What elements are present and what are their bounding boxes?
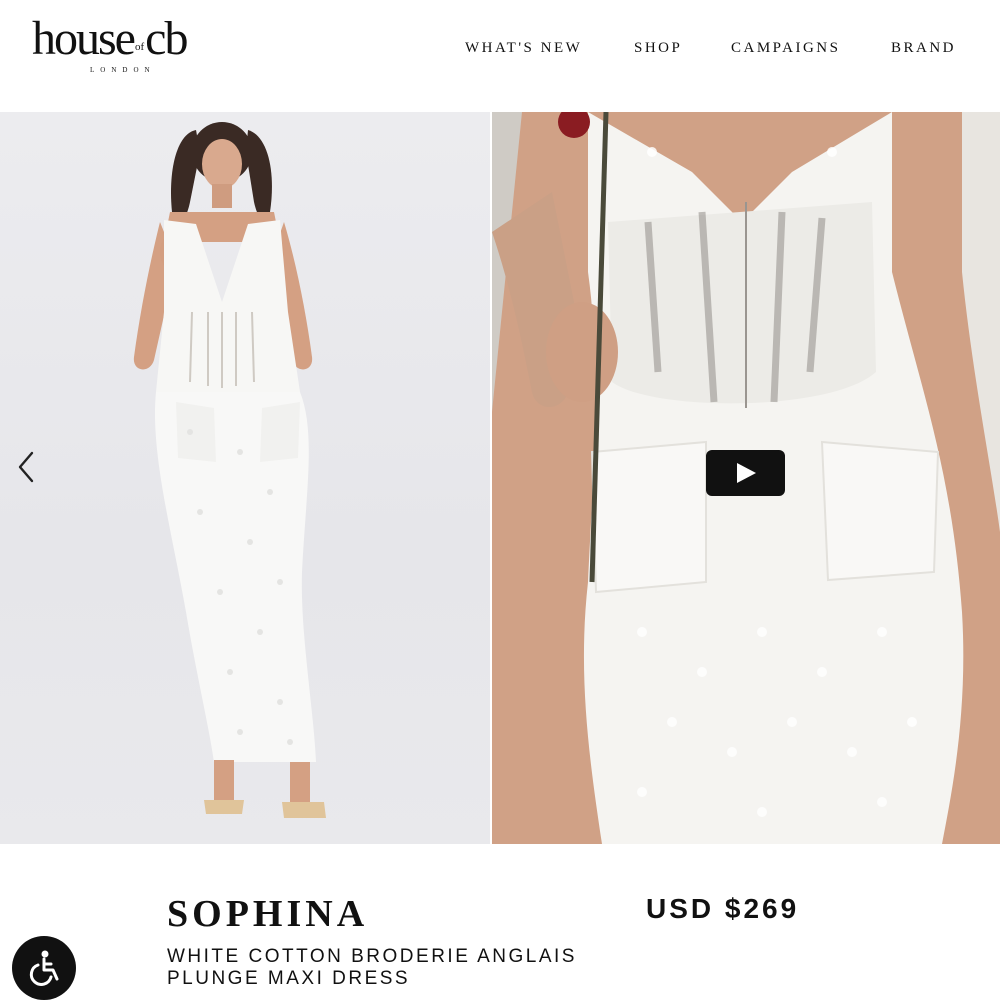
nav-whats-new[interactable]: WHAT'S NEW (465, 40, 582, 60)
product-subtitle-line2: PLUNGE MAXI DRESS (167, 968, 411, 989)
play-icon (737, 463, 756, 483)
product-video[interactable] (492, 112, 1000, 844)
site-header: houseofcb LONDON WHAT'S NEW SHOP CAMPAIG… (0, 0, 1000, 112)
logo-wordmark: houseofcb (32, 12, 188, 65)
product-price: USD $269 (646, 893, 800, 924)
accessibility-button[interactable] (12, 936, 76, 1000)
brand-logo[interactable]: houseofcb LONDON (32, 14, 242, 80)
product-photo-front[interactable] (0, 112, 490, 844)
chevron-left-icon (18, 451, 34, 483)
model-figure-illustration (133, 122, 326, 818)
product-subtitle-line1: WHITE COTTON BRODERIE ANGLAIS (167, 946, 577, 967)
gallery-prev-button[interactable] (12, 450, 42, 484)
nav-brand[interactable]: BRAND (891, 40, 956, 60)
product-gallery (0, 112, 1000, 844)
logo-subtitle: LONDON (90, 66, 156, 74)
product-name: SOPHINA (167, 893, 369, 935)
wheelchair-icon (29, 950, 59, 986)
nav-shop[interactable]: SHOP (634, 40, 682, 60)
nav-campaigns[interactable]: CAMPAIGNS (731, 40, 840, 60)
play-video-button[interactable] (706, 450, 785, 496)
